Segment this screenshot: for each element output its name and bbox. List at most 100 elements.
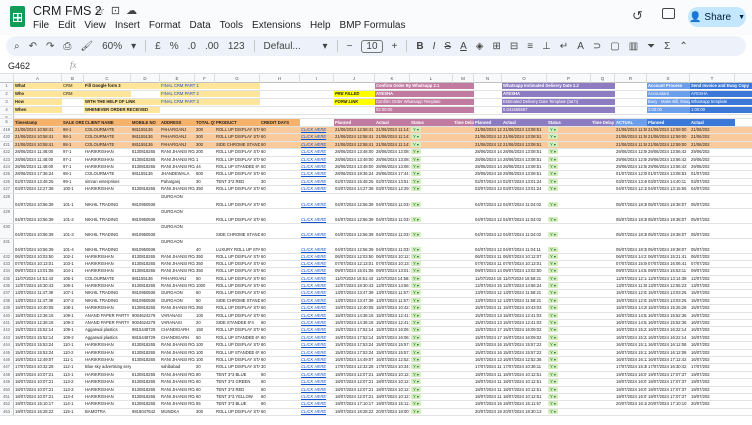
planned-cell[interactable]: 16/07/2024 15:52:36 (647, 320, 690, 326)
status-chip[interactable]: Y ▾ (411, 127, 421, 132)
status-chip[interactable]: Y ▾ (411, 342, 421, 348)
status-dropdown[interactable]: Y ▾ (547, 320, 591, 326)
actual-cell[interactable]: 19/07/2024 15:11:47 (375, 401, 410, 407)
address-cell[interactable]: PAHARGANJ (160, 127, 195, 133)
actual-cell[interactable]: 06/07/202 (690, 254, 735, 260)
row-number[interactable]: 1 (0, 83, 14, 90)
mobile-cell[interactable]: 981155136 (131, 171, 160, 177)
address-cell[interactable]: RANI JHANSI ROAD (160, 283, 195, 289)
status-dropdown[interactable]: Y ▾ (547, 231, 591, 238)
status-chip[interactable]: Y ▾ (411, 401, 421, 407)
status-dropdown[interactable]: Y ▾ (410, 342, 453, 348)
sale-order-cell[interactable]: 113-1 (62, 372, 84, 378)
row-number[interactable]: 430 (0, 223, 14, 238)
note-cell[interactable]: WHENEVER ORDER RECEIVED (84, 107, 160, 113)
form-link[interactable]: CLICK HERE (300, 149, 334, 155)
undo-icon[interactable]: ↶ (29, 41, 37, 52)
planned-cell[interactable]: 21/06/2024 12:59:00 (647, 127, 690, 133)
planned-cell[interactable]: 29/06/2024 18:44:58 (474, 171, 502, 177)
qty-cell[interactable]: 300 (195, 142, 215, 148)
mobile-cell[interactable]: 8130818265 (131, 372, 160, 378)
client-name-cell[interactable]: HARIKRISHAN (84, 305, 131, 311)
status-dropdown[interactable]: Y ▾ (547, 305, 591, 311)
planned-cell[interactable]: 15/07/2024 13:03:25 (647, 298, 690, 304)
address-cell[interactable]: RANI JHANSI ROAD (160, 394, 195, 400)
row-number[interactable]: 443 (0, 334, 14, 342)
credit-days-cell[interactable]: 60 (260, 217, 300, 223)
sale-order-cell[interactable]: 99-1 (62, 179, 84, 185)
timestamp-cell[interactable]: 18/07/2024 10:07:21 (14, 394, 62, 400)
credit-days-cell[interactable]: 30 (260, 179, 300, 185)
planned-cell[interactable]: 15/07/2024 13:41:02 (474, 320, 502, 326)
qty-cell[interactable]: 1 (195, 157, 215, 163)
planned-cell[interactable]: 12/07/2024 15:56:19 (474, 283, 502, 289)
status-chip[interactable]: Y ▾ (548, 171, 558, 177)
status-dropdown[interactable]: Y ▾ (410, 275, 453, 282)
status-dropdown[interactable]: Y ▾ (547, 253, 591, 260)
actual-cell[interactable]: 15/07/2024 15:57:22 (502, 342, 547, 348)
product-cell[interactable]: SIDE CHROME STANDEE (215, 142, 260, 148)
product-cell[interactable]: ROLL UP DISPLAY STAND 6*3 (215, 276, 260, 282)
actual-cell[interactable]: 09/07/2024 13:01:06 (375, 268, 410, 274)
sheets-logo-icon[interactable] (10, 6, 25, 27)
status-chip[interactable]: Y ▾ (411, 320, 421, 326)
sale-order-cell[interactable]: 107-2 (62, 298, 84, 304)
font-size-increase-icon[interactable]: + (392, 41, 398, 52)
mobile-cell[interactable]: 8130818265 (131, 401, 160, 407)
planned-cell[interactable]: 28/06/2024 13:48:00 (334, 164, 375, 170)
planned-cell[interactable]: 17/07/2024 12:32:28 (334, 364, 375, 370)
actual-cell[interactable]: 19/07/2024 16:07:37 (615, 387, 647, 393)
product-cell[interactable]: ROLL UP DISPLAY STAND 6*3 (215, 217, 260, 223)
column-title[interactable]: Status (410, 119, 453, 126)
actual-cell[interactable]: 16/07/2024 12:52:36 (502, 357, 547, 363)
status-chip[interactable]: Y ▾ (548, 216, 558, 222)
address-cell[interactable]: RANI JHANSI ROAD (160, 350, 195, 356)
form-link[interactable]: CLICK HERE (300, 157, 334, 163)
actual-cell[interactable]: 09/07/2024 14:53:11 (615, 268, 647, 274)
qty-cell[interactable]: 150 (195, 327, 215, 333)
row-number[interactable]: 429 (0, 208, 14, 223)
actual-cell[interactable]: 15/07/2024 15:57:08 (375, 342, 410, 348)
row-number[interactable]: 424 (0, 163, 14, 171)
functions-icon[interactable]: Σ (664, 41, 670, 52)
status-chip[interactable]: Y ▾ (548, 401, 558, 407)
actual-cell[interactable]: 17/07/2024 15:30:42 (615, 364, 647, 370)
star-icon[interactable]: ☆ (95, 5, 111, 17)
timestamp-cell[interactable]: 13/07/2024 11:47:39 (14, 298, 62, 304)
client-name-cell[interactable]: HARIKRISHAN (84, 357, 131, 363)
actual-cell[interactable]: 06/07/2024 10:12:07 (375, 254, 410, 260)
font-size-input[interactable]: 10 (361, 39, 383, 53)
menu-insert[interactable]: Insert (115, 20, 140, 31)
form-link[interactable]: CLICK HERE (300, 290, 334, 296)
credit-days-cell[interactable]: 30 (260, 364, 300, 370)
status-dropdown[interactable]: Y ▾ (547, 141, 591, 148)
status-dropdown[interactable]: Y ▾ (547, 283, 591, 289)
actual-cell[interactable]: 28/06/2024 13:08:51 (502, 149, 547, 155)
column-title[interactable]: MOBILE NO (131, 119, 160, 126)
client-name-cell[interactable]: simran enterprises (84, 179, 131, 185)
column-header-S[interactable]: S (647, 74, 690, 83)
planned-cell[interactable]: 03/07/2024 14:40:11 (647, 179, 690, 185)
column-header-J[interactable]: J (334, 74, 375, 83)
address-cell[interactable]: PAHARGANJ (160, 276, 195, 282)
column-header-M[interactable]: M (453, 74, 474, 83)
part-link[interactable]: FINAL CRM PART 3 (160, 99, 260, 105)
product-cell[interactable]: TENT 3*3 RED (215, 387, 260, 393)
actual-cell[interactable]: 05/07/202 (690, 217, 735, 223)
planned-cell[interactable]: 03/07/2024 14:27:38 (334, 186, 375, 192)
actual-cell[interactable]: 19/07/2024 16:07:37 (615, 379, 647, 385)
mobile-cell[interactable]: 981155136 (131, 127, 160, 133)
address-cell[interactable]: GURGAON (160, 209, 195, 215)
status-chip[interactable]: Y ▾ (411, 260, 421, 266)
address-cell[interactable]: VARANASI (160, 320, 195, 326)
planned-cell[interactable]: 18/07/2024 12:07:21 (334, 379, 375, 385)
status-chip[interactable]: Y ▾ (411, 356, 421, 362)
actual-cell[interactable]: 04/07/2024 11:04:02 (502, 202, 547, 208)
sale-order-cell[interactable]: 113-4 (62, 394, 84, 400)
planned-cell[interactable]: 20/07/2024 17:10:10 (647, 401, 690, 407)
status-chip[interactable]: Y ▾ (411, 201, 421, 207)
status-chip[interactable]: Y ▾ (411, 134, 421, 140)
qty-cell[interactable]: 20 (195, 320, 215, 326)
credit-days-cell[interactable]: 60 (260, 247, 300, 253)
planned-cell[interactable]: 06/07/2024 15:21:41 (647, 254, 690, 260)
